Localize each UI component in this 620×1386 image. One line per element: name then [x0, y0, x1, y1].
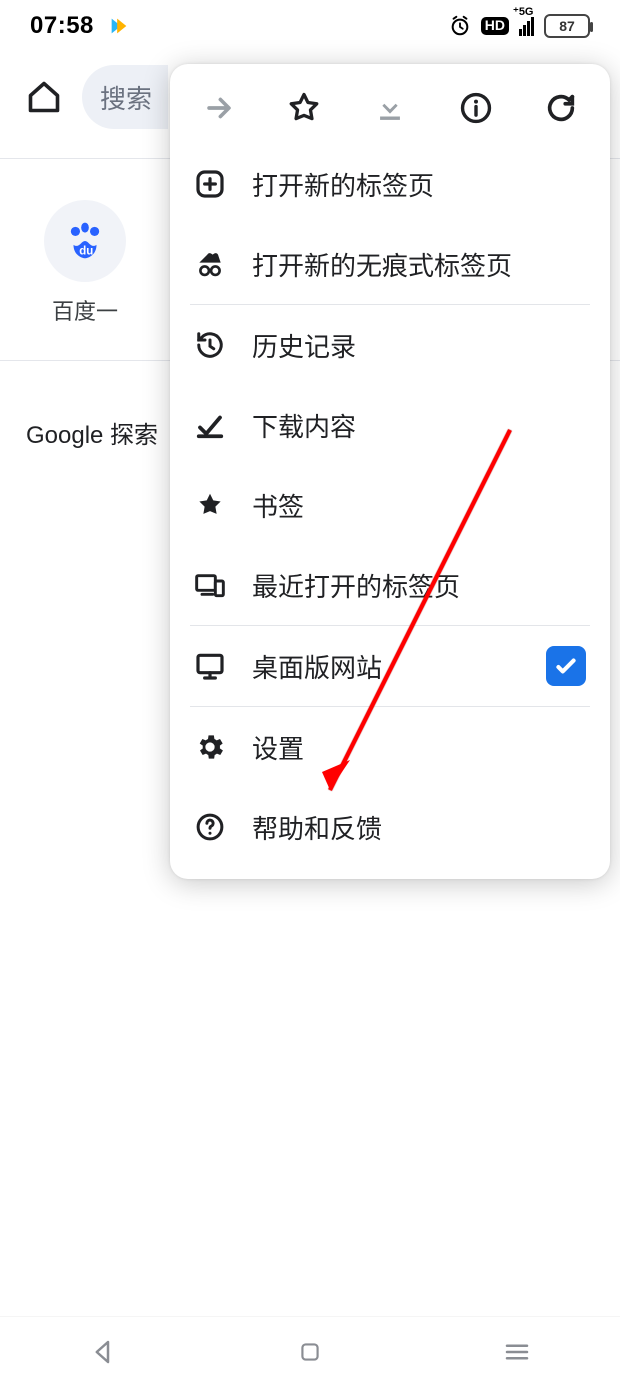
menu-label: 桌面版网站 [252, 648, 520, 685]
menu-label: 打开新的无痕式标签页 [252, 246, 586, 283]
devices-icon [194, 569, 226, 601]
nav-back-button[interactable] [43, 1337, 163, 1367]
search-input[interactable]: 搜索 [82, 65, 168, 129]
menu-recent-tabs[interactable]: 最近打开的标签页 [170, 545, 610, 625]
menu-label: 历史记录 [252, 327, 586, 364]
help-icon [194, 811, 226, 843]
forward-button[interactable] [183, 72, 255, 144]
gear-icon [194, 731, 226, 763]
nav-recents-button[interactable] [457, 1337, 577, 1367]
svg-text:du: du [79, 245, 93, 257]
menu-help[interactable]: 帮助和反馈 [170, 787, 610, 867]
status-bar: 07:58 HD ⁺5G 87 [0, 0, 620, 52]
menu-label: 帮助和反馈 [252, 809, 586, 846]
status-right: HD ⁺5G 87 [449, 14, 590, 38]
menu-settings[interactable]: 设置 [170, 707, 610, 787]
download-button[interactable] [354, 72, 426, 144]
status-left: 07:58 [30, 12, 130, 40]
star-filled-icon [194, 489, 226, 521]
menu-bookmarks[interactable]: 书签 [170, 465, 610, 545]
menu-label: 设置 [252, 729, 586, 766]
battery-icon: 87 [544, 14, 590, 38]
menu-downloads[interactable]: 下载内容 [170, 385, 610, 465]
plus-box-icon [194, 168, 226, 200]
menu-new-tab[interactable]: 打开新的标签页 [170, 144, 610, 224]
download-check-icon [194, 409, 226, 441]
home-button[interactable] [16, 69, 72, 125]
menu-desktop-site[interactable]: 桌面版网站 [170, 626, 610, 706]
refresh-button[interactable] [525, 72, 597, 144]
baidu-shortcut-icon: du [44, 200, 126, 282]
running-app-icon [108, 15, 130, 37]
menu-top-row [170, 72, 610, 144]
desktop-icon [194, 650, 226, 682]
alarm-icon [449, 15, 471, 37]
discover-heading: Google 探索 [26, 415, 158, 450]
shortcut-label: 百度一 [52, 294, 118, 326]
search-placeholder: 搜索 [100, 79, 152, 116]
network-5g-icon: ⁺5G [519, 17, 534, 36]
menu-history[interactable]: 历史记录 [170, 305, 610, 385]
hd-badge: HD [481, 17, 509, 34]
history-icon [194, 329, 226, 361]
menu-new-incognito[interactable]: 打开新的无痕式标签页 [170, 224, 610, 304]
menu-label: 下载内容 [252, 407, 586, 444]
system-nav-bar [0, 1316, 620, 1386]
menu-label: 书签 [252, 487, 586, 524]
incognito-icon [194, 248, 226, 280]
status-time: 07:58 [30, 12, 94, 40]
info-button[interactable] [440, 72, 512, 144]
nav-home-button[interactable] [250, 1339, 370, 1365]
menu-label: 最近打开的标签页 [252, 567, 586, 604]
bookmark-star-button[interactable] [268, 72, 340, 144]
shortcut-tile[interactable]: du 百度一 [0, 200, 170, 326]
checkbox-checked-icon[interactable] [546, 646, 586, 686]
overflow-menu: 打开新的标签页 打开新的无痕式标签页 历史记录 下载内容 书签 最近打开的标签页 [170, 64, 610, 879]
menu-label: 打开新的标签页 [252, 166, 586, 203]
